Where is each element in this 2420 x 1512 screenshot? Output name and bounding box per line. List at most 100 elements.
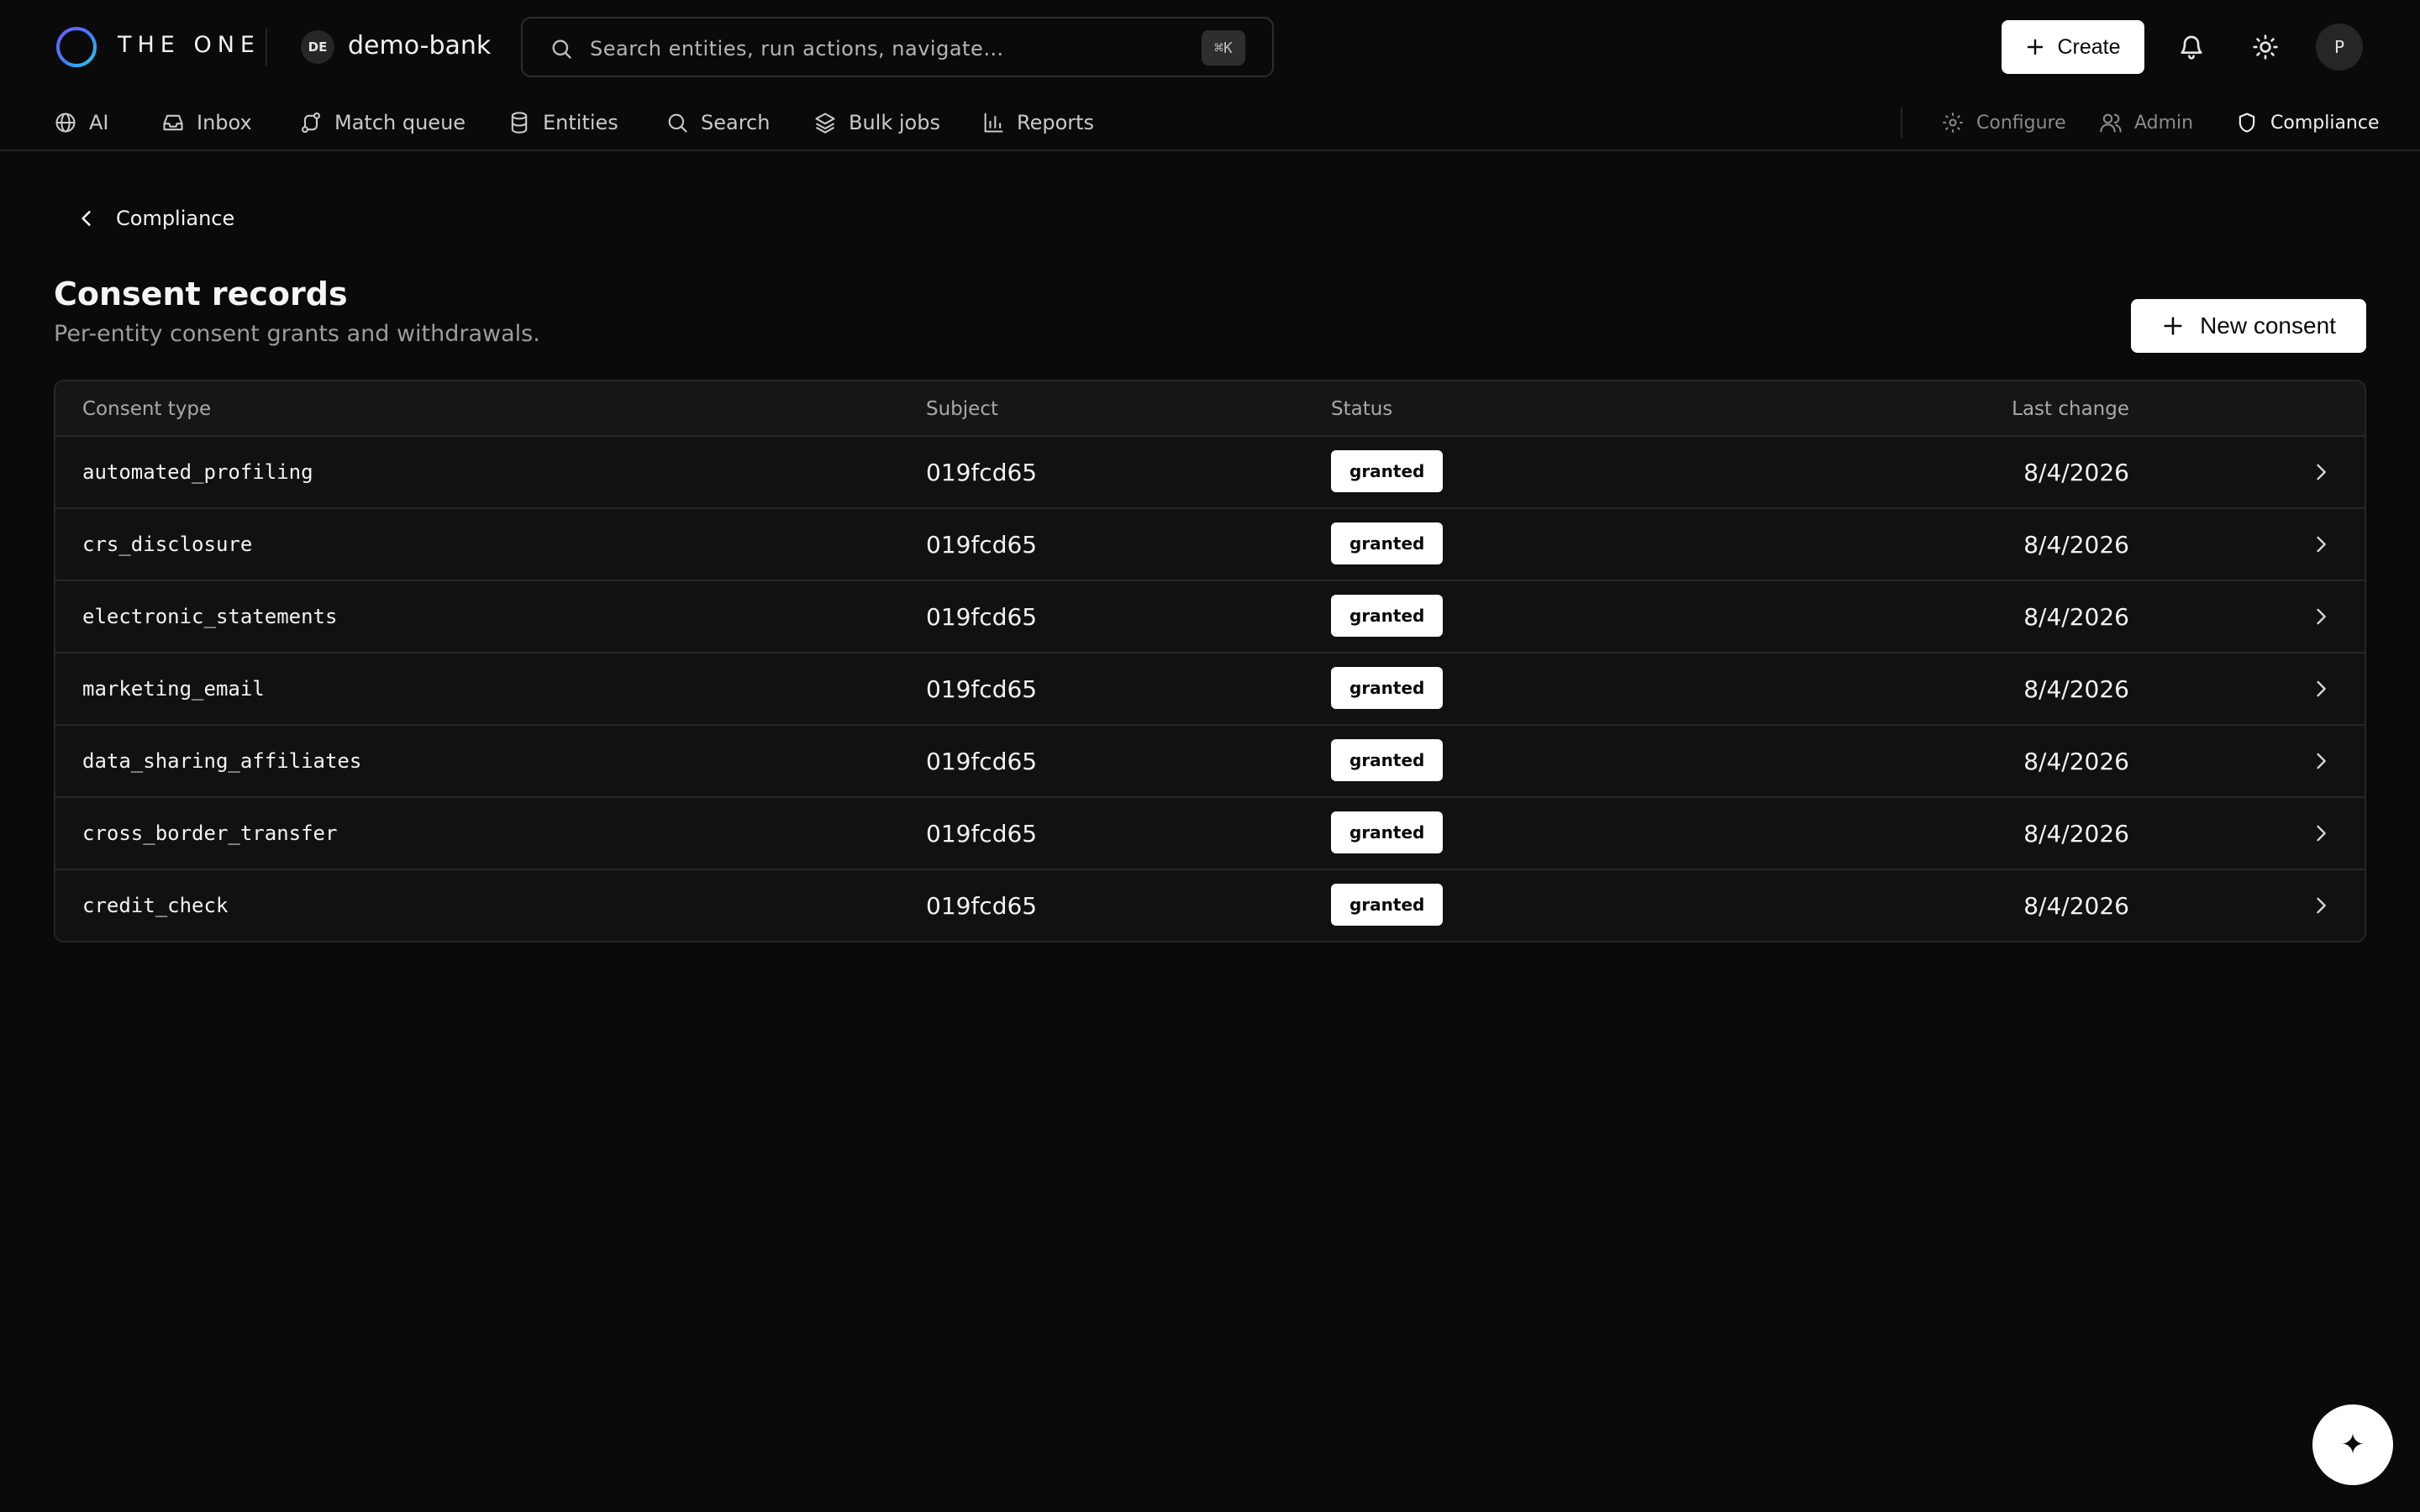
back-link-label: Compliance bbox=[116, 207, 235, 230]
sparkle-icon: ✦ bbox=[2340, 1429, 2365, 1461]
theme-toggle-button[interactable] bbox=[2247, 29, 2284, 66]
ai-assistant-button[interactable]: ✦ bbox=[2312, 1404, 2393, 1485]
main-nav: AI Inbox Match queue Entities Search Bul… bbox=[0, 94, 2420, 151]
subject-cell: 019fcd65 bbox=[926, 531, 1038, 559]
column-header-consent-type[interactable]: Consent type bbox=[82, 398, 211, 420]
new-consent-button[interactable]: New consent bbox=[2131, 299, 2366, 353]
plus-icon bbox=[2164, 317, 2182, 335]
chevron-left-icon bbox=[82, 211, 91, 226]
nav-item-label: Search bbox=[701, 111, 771, 134]
column-header-status[interactable]: Status bbox=[1331, 398, 1392, 420]
status-badge: granted bbox=[1331, 450, 1444, 492]
brand-name: THE ONE bbox=[118, 32, 260, 58]
create-button-label: Create bbox=[2057, 34, 2121, 59]
nav-item-label: Bulk jobs bbox=[849, 111, 940, 134]
table-row[interactable]: electronic_statements 019fcd65 granted 8… bbox=[55, 581, 2365, 654]
consent-type-cell: electronic_statements bbox=[82, 605, 338, 628]
chevron-right-icon[interactable] bbox=[2309, 822, 2333, 845]
last-change-cell: 8/4/2026 bbox=[2023, 820, 2129, 848]
nav-item-label: Compliance bbox=[2270, 112, 2380, 134]
chevron-right-icon[interactable] bbox=[2309, 460, 2333, 484]
search-placeholder: Search entities, run actions, navigate… bbox=[590, 37, 1004, 60]
logo-ring-icon[interactable] bbox=[54, 24, 99, 70]
table-row[interactable]: marketing_email 019fcd65 granted 8/4/202… bbox=[55, 654, 2365, 726]
nav-item-label: Reports bbox=[1017, 111, 1095, 134]
last-change-cell: 8/4/2026 bbox=[2023, 748, 2129, 775]
last-change-cell: 8/4/2026 bbox=[2023, 892, 2129, 920]
workspace-name[interactable]: demo-bank bbox=[348, 31, 491, 60]
chevron-right-icon[interactable] bbox=[2309, 894, 2333, 917]
new-consent-button-label: New consent bbox=[2200, 312, 2336, 339]
inbox-icon bbox=[163, 114, 183, 131]
chevron-right-icon[interactable] bbox=[2309, 533, 2333, 556]
last-change-cell: 8/4/2026 bbox=[2023, 459, 2129, 486]
layers-icon bbox=[815, 113, 835, 134]
search-icon bbox=[552, 39, 571, 59]
subject-cell: 019fcd65 bbox=[926, 820, 1038, 848]
chevron-right-icon[interactable] bbox=[2309, 677, 2333, 701]
user-avatar[interactable]: P bbox=[2316, 24, 2363, 71]
consent-type-cell: cross_border_transfer bbox=[82, 822, 338, 845]
table-header: Consent type Subject Status Last change bbox=[55, 381, 2365, 437]
status-badge: granted bbox=[1331, 884, 1444, 926]
consent-type-cell: crs_disclosure bbox=[82, 533, 253, 556]
route-icon bbox=[302, 112, 320, 134]
back-link[interactable]: Compliance bbox=[76, 202, 234, 235]
nav-item-label: Entities bbox=[543, 111, 618, 134]
gear-icon bbox=[1943, 113, 1963, 133]
subject-cell: 019fcd65 bbox=[926, 603, 1038, 631]
nav-item-inbox[interactable]: Inbox bbox=[161, 106, 252, 139]
table-row[interactable]: cross_border_transfer 019fcd65 granted 8… bbox=[55, 798, 2365, 870]
consent-type-cell: credit_check bbox=[82, 894, 229, 917]
chevron-right-icon[interactable] bbox=[2309, 749, 2333, 773]
last-change-cell: 8/4/2026 bbox=[2023, 675, 2129, 703]
nav-item-label: Match queue bbox=[334, 111, 466, 134]
subject-cell: 019fcd65 bbox=[926, 892, 1038, 920]
nav-item-compliance[interactable]: Compliance bbox=[2235, 106, 2380, 139]
plus-icon bbox=[2028, 39, 2044, 55]
bell-icon bbox=[2181, 35, 2202, 60]
nav-item-search[interactable]: Search bbox=[666, 106, 770, 139]
command-search-input[interactable]: Search entities, run actions, navigate… … bbox=[521, 17, 1274, 77]
notifications-button[interactable] bbox=[2173, 29, 2210, 66]
column-header-last-change[interactable]: Last change bbox=[2012, 398, 2129, 420]
nav-item-label: Admin bbox=[2134, 112, 2194, 134]
nav-divider bbox=[1901, 108, 1902, 138]
bar-chart-icon bbox=[984, 113, 1003, 133]
search-icon bbox=[668, 113, 687, 133]
create-button[interactable]: Create bbox=[2002, 20, 2144, 74]
consent-type-cell: marketing_email bbox=[82, 677, 265, 701]
status-badge: granted bbox=[1331, 811, 1444, 853]
users-icon bbox=[2100, 113, 2122, 133]
nav-item-admin[interactable]: Admin bbox=[2099, 106, 2193, 139]
nav-item-ai[interactable]: AI bbox=[54, 106, 109, 139]
consent-type-cell: automated_profiling bbox=[82, 460, 313, 484]
table-row[interactable]: credit_check 019fcd65 granted 8/4/2026 bbox=[55, 870, 2365, 941]
subject-cell: 019fcd65 bbox=[926, 459, 1038, 486]
last-change-cell: 8/4/2026 bbox=[2023, 603, 2129, 631]
header-divider bbox=[266, 29, 267, 66]
nav-item-label: Configure bbox=[1976, 112, 2066, 134]
globe-icon bbox=[55, 113, 76, 133]
table-row[interactable]: crs_disclosure 019fcd65 granted 8/4/2026 bbox=[55, 509, 2365, 581]
status-badge: granted bbox=[1331, 595, 1444, 637]
table-row[interactable]: data_sharing_affiliates 019fcd65 granted… bbox=[55, 726, 2365, 798]
nav-item-label: AI bbox=[89, 111, 109, 134]
top-header: THE ONE DE demo-bank Search entities, ru… bbox=[0, 0, 2420, 94]
database-icon bbox=[511, 112, 528, 134]
table-row[interactable]: automated_profiling 019fcd65 granted 8/4… bbox=[55, 437, 2365, 509]
status-badge: granted bbox=[1331, 739, 1444, 781]
chevron-right-icon[interactable] bbox=[2309, 605, 2333, 628]
column-header-subject[interactable]: Subject bbox=[926, 398, 998, 420]
shortcut-hint: ⌘K bbox=[1202, 30, 1245, 66]
nav-item-match-queue[interactable]: Match queue bbox=[299, 106, 466, 139]
nav-item-configure[interactable]: Configure bbox=[1941, 106, 2066, 139]
nav-item-label: Inbox bbox=[197, 111, 252, 134]
consent-records-table: Consent type Subject Status Last change … bbox=[54, 380, 2366, 942]
nav-item-bulk-jobs[interactable]: Bulk jobs bbox=[813, 106, 940, 139]
nav-item-entities[interactable]: Entities bbox=[508, 106, 618, 139]
workspace-badge[interactable]: DE bbox=[301, 30, 334, 64]
nav-item-reports[interactable]: Reports bbox=[981, 106, 1094, 139]
page-title: Consent records bbox=[54, 276, 348, 312]
subject-cell: 019fcd65 bbox=[926, 675, 1038, 703]
